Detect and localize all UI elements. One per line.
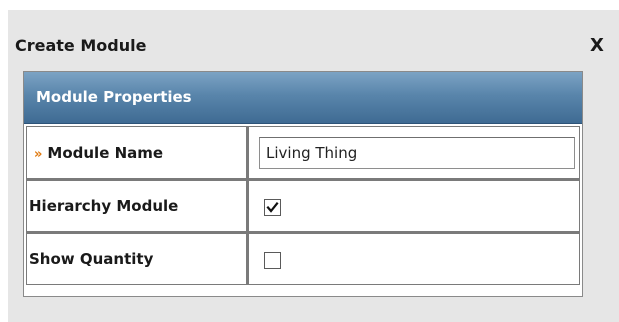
show-quantity-checkbox[interactable]: [264, 251, 281, 269]
show-quantity-label-cell: Show Quantity: [26, 232, 248, 285]
panel-header: Module Properties: [24, 72, 582, 124]
create-module-dialog: Create Module X Module Properties » Modul…: [8, 10, 619, 322]
module-name-label-cell: » Module Name: [26, 126, 248, 179]
dialog-title: Create Module: [15, 36, 147, 55]
module-name-value-cell: [248, 126, 580, 179]
show-quantity-value-cell: [248, 232, 580, 285]
module-properties-panel: Module Properties »Module Name Hierarchy…: [23, 71, 583, 297]
hierarchy-module-label: Hierarchy Module: [29, 197, 179, 215]
panel-title: Module Properties: [36, 88, 192, 106]
table-row-hierarchy-module: Hierarchy Module: [26, 179, 580, 232]
module-name-label: Module Name: [47, 143, 164, 162]
table-row-module-name: » Module Name: [26, 126, 580, 179]
close-button[interactable]: X: [585, 34, 609, 58]
table-row-show-quantity: Show Quantity: [26, 232, 580, 285]
show-quantity-label: Show Quantity: [29, 250, 154, 268]
hierarchy-module-value-cell: [248, 179, 580, 232]
module-name-input[interactable]: [259, 136, 575, 169]
properties-table: »Module Name Hierarchy Module: [26, 126, 580, 285]
hierarchy-module-label-cell: Hierarchy Module: [26, 179, 248, 232]
required-marker-icon: »: [34, 146, 43, 162]
checkmark-icon: [266, 201, 279, 213]
hierarchy-module-checkbox[interactable]: [264, 198, 281, 216]
